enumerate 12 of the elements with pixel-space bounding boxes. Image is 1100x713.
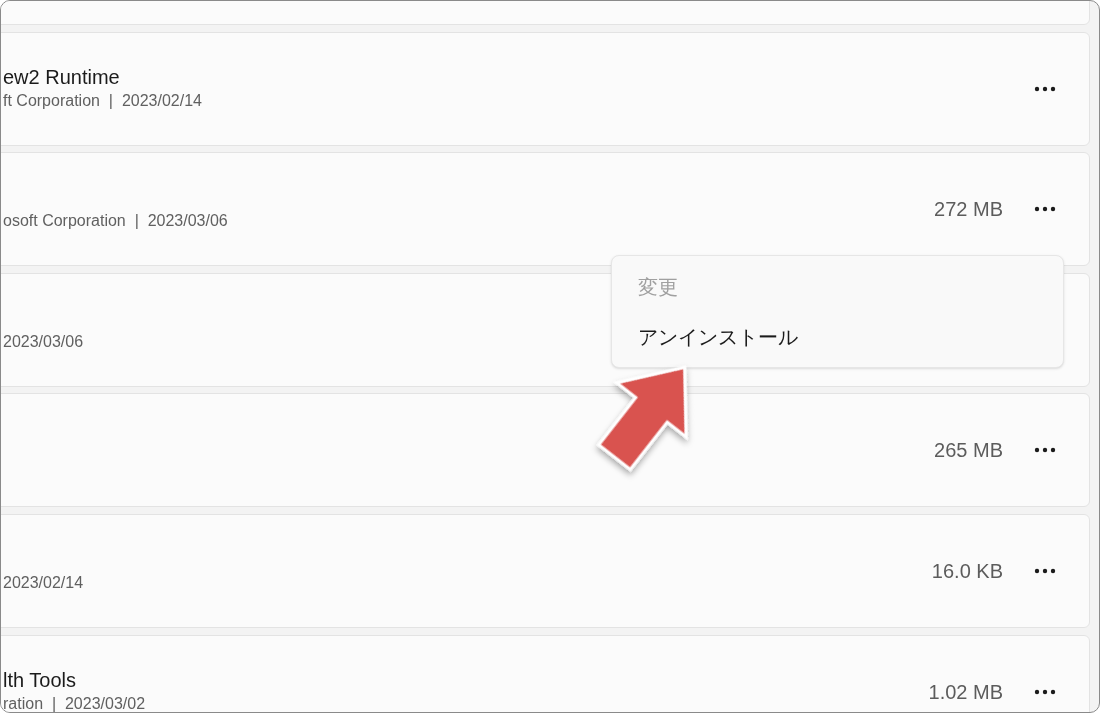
app-size: 272 MB (934, 197, 1003, 223)
menu-item[interactable]: アンインストール (628, 314, 808, 359)
app-details: ration | 2023/03/02 (3, 694, 146, 712)
app-name: ew2 Runtime (3, 64, 120, 90)
app-details: 2023/02/14 (3, 573, 84, 591)
app-details: osoft Corporation | 2023/03/06 (3, 212, 228, 230)
app-size: 265 MB (934, 438, 1003, 464)
app-name: lth Tools (3, 667, 76, 693)
app-details: ft Corporation | 2023/02/14 (3, 91, 202, 109)
app-details: 2023/03/06 (3, 332, 84, 350)
app-size: 16.0 KB (931, 558, 1003, 584)
app-size: 1.02 MB (928, 679, 1003, 705)
